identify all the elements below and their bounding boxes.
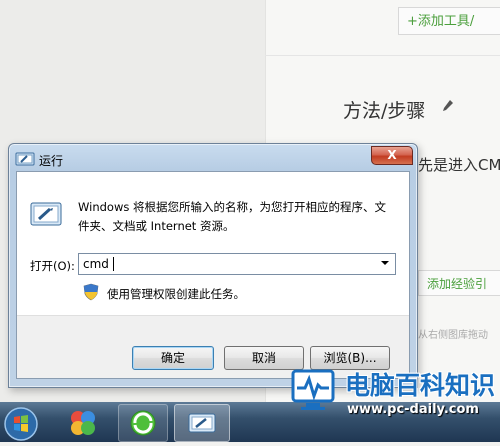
colorful-app-icon xyxy=(71,411,95,435)
ok-button[interactable]: 确定 xyxy=(132,346,214,370)
windows-start-icon[interactable] xyxy=(2,406,40,442)
run-icon xyxy=(15,152,35,166)
pencil-icon[interactable] xyxy=(442,99,454,113)
taskbar-item-browser[interactable] xyxy=(118,404,168,442)
hint-text: 从右侧图库拖动 xyxy=(418,330,488,341)
run-icon xyxy=(188,413,216,433)
close-button[interactable]: X xyxy=(371,146,413,165)
method-steps-title: 方法/步骤 xyxy=(343,100,426,122)
text-caret xyxy=(113,257,114,271)
watermark: 电脑百科知识 www.pc-daily.com xyxy=(285,362,500,442)
watermark-url: www.pc-daily.com xyxy=(347,402,479,417)
section-divider xyxy=(265,55,500,56)
browser-icon xyxy=(130,410,156,436)
add-experience-button[interactable]: 添加经验引 xyxy=(418,270,500,296)
open-label: 打开(O): xyxy=(30,259,75,273)
dialog-client-area: Windows 将根据您所输入的名称，为您打开相应的程序、文件夹、文档或 Int… xyxy=(16,171,410,379)
taskbar-item-run[interactable] xyxy=(174,404,230,442)
step-text: 先是进入CM xyxy=(418,156,500,174)
monitor-pulse-logo-icon xyxy=(291,369,335,410)
dialog-description: Windows 将根据您所输入的名称，为您打开相应的程序、文件夹、文档或 Int… xyxy=(78,200,386,233)
run-dialog-window[interactable]: 运行 X Windows 将根据您所输入的名称，为您打开相应的程序、文件夹、文档… xyxy=(8,143,418,388)
watermark-title: 电脑百科知识 xyxy=(345,371,496,400)
admin-privilege-text: 使用管理权限创建此任务。 xyxy=(107,287,245,301)
open-input[interactable]: cmd xyxy=(78,253,396,275)
shield-icon xyxy=(83,283,99,301)
close-icon: X xyxy=(387,148,397,162)
taskbar-item-app[interactable] xyxy=(58,404,108,442)
add-tool-button[interactable]: +添加工具/ xyxy=(398,7,500,35)
run-program-icon xyxy=(30,202,62,226)
dialog-title: 运行 xyxy=(39,154,64,168)
chevron-down-icon[interactable] xyxy=(381,261,389,265)
